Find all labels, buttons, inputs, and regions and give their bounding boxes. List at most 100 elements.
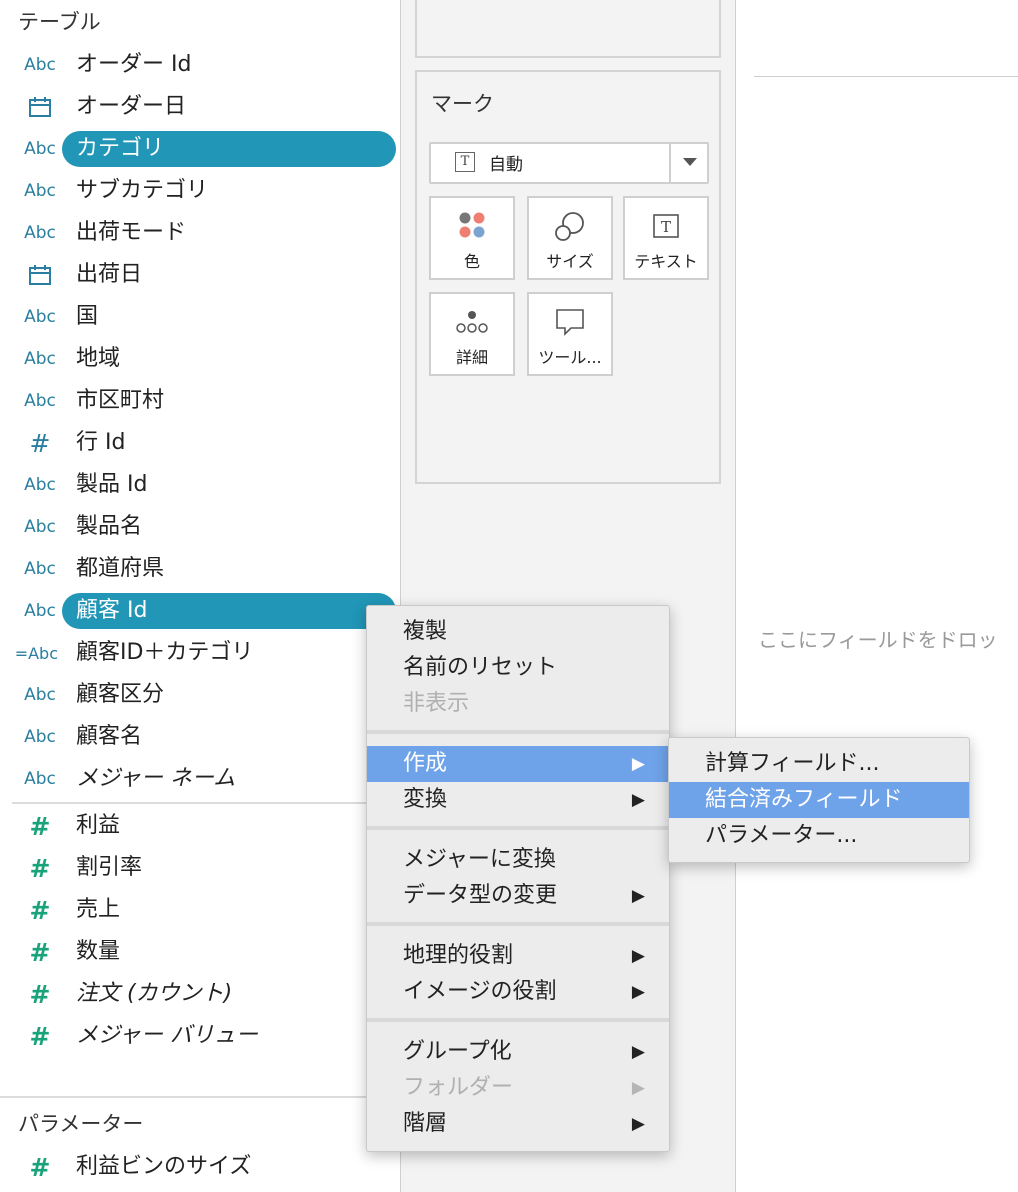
calendar-icon (14, 87, 66, 127)
color-button-label: 色 (463, 252, 480, 271)
text-mark-icon: T (455, 152, 475, 172)
abc-icon: Abc (24, 601, 56, 621)
field-label: メジャー バリュー (76, 1023, 258, 1048)
menu-item-create[interactable]: 作成 ▶ (367, 746, 669, 782)
field-city[interactable]: Abc 市区町村 (0, 381, 400, 421)
field-measure-values[interactable]: # メジャー バリュー (0, 1016, 400, 1056)
menu-item-label: 階層 (403, 1111, 448, 1136)
number-icon: # (29, 1021, 51, 1051)
menu-item-geographic-role[interactable]: 地理的役割 ▶ (367, 938, 669, 974)
menu-item-reset-name[interactable]: 名前のリセット (367, 650, 669, 686)
parameter-profit-bin-size[interactable]: # 利益ビンのサイズ (0, 1147, 400, 1187)
menu-item-image-role[interactable]: イメージの役割 ▶ (367, 974, 669, 1010)
text-label-icon: T (653, 214, 679, 242)
field-customer-id-category[interactable]: =Abc 顧客ID＋カテゴリ (0, 633, 400, 673)
field-label: 都道府県 (76, 556, 165, 581)
menu-item-hide: 非表示 (403, 691, 470, 716)
field-customer-name[interactable]: Abc 顧客名 (0, 717, 400, 757)
submenu-item-parameter[interactable]: パラメーター... (669, 818, 969, 854)
dropdown-separator (669, 144, 671, 182)
field-label: オーダー Id (76, 52, 192, 77)
menu-item-change-data-type[interactable]: データ型の変更 ▶ (367, 878, 669, 914)
menu-item-transform[interactable]: 変換 ▶ (367, 782, 669, 818)
view-canvas[interactable]: ここにフィールドをドロッ (736, 0, 1018, 1192)
field-ship-mode[interactable]: Abc 出荷モード (0, 213, 400, 253)
abc-icon: Abc (24, 475, 56, 495)
number-icon: # (29, 428, 51, 458)
field-sales[interactable]: # 売上 (0, 890, 400, 930)
field-label: オーダー日 (76, 94, 187, 119)
menu-separator (367, 826, 669, 830)
text-button[interactable]: T テキスト (623, 196, 709, 280)
mark-type-dropdown[interactable]: T 自動 (429, 142, 709, 184)
field-country[interactable]: Abc 国 (0, 297, 400, 337)
size-button[interactable]: サイズ (527, 196, 613, 280)
field-label: 数量 (76, 939, 121, 964)
detail-dots-icon (455, 310, 489, 338)
field-label: 地域 (76, 346, 121, 371)
submenu-item-combined-field[interactable]: 結合済みフィールド (669, 782, 969, 818)
field-quantity[interactable]: # 数量 (0, 932, 400, 972)
field-discount[interactable]: # 割引率 (0, 848, 400, 888)
submenu-item-calculated-field[interactable]: 計算フィールド... (669, 746, 969, 782)
submenu-arrow-icon: ▶ (631, 1114, 645, 1134)
menu-item-group[interactable]: グループ化 ▶ (367, 1034, 669, 1070)
filters-card[interactable] (415, 0, 721, 58)
abc-icon: Abc (24, 727, 56, 747)
field-label: 割引率 (76, 855, 143, 880)
field-label: 利益ビンのサイズ (76, 1154, 252, 1179)
field-label: 出荷モード (76, 220, 187, 245)
field-label: 行 Id (76, 430, 126, 455)
field-row-id[interactable]: # 行 Id (0, 423, 400, 463)
field-profit[interactable]: # 利益 (0, 806, 400, 846)
field-label: 利益 (76, 813, 121, 838)
field-context-menu: 複製 名前のリセット 非表示 作成 ▶ 変換 ▶ メジャーに変換 データ型の変更… (366, 605, 670, 1152)
color-button[interactable]: 色 (429, 196, 515, 280)
abc-icon: Abc (24, 349, 56, 369)
field-label: 製品 Id (76, 472, 148, 497)
submenu-arrow-icon: ▶ (631, 790, 645, 810)
chevron-down-icon[interactable] (683, 158, 697, 166)
parameters-section-title: パラメーター (18, 1112, 144, 1136)
field-label: サブカテゴリ (76, 178, 209, 203)
size-button-label: サイズ (546, 252, 594, 271)
field-order-id[interactable]: Abc オーダー Id (0, 45, 400, 85)
data-pane: テーブル Abc オーダー Id オーダー日 Abc カテゴリ Abc サブカテ… (0, 0, 400, 1192)
field-prefecture[interactable]: Abc 都道府県 (0, 549, 400, 589)
color-dots-icon (457, 210, 487, 244)
create-submenu: 計算フィールド... 結合済みフィールド パラメーター... (668, 737, 970, 863)
field-category[interactable]: Abc カテゴリ (0, 129, 400, 169)
menu-item-duplicate[interactable]: 複製 (367, 614, 669, 650)
submenu-arrow-icon: ▶ (631, 946, 645, 966)
field-label: 市区町村 (76, 388, 165, 413)
number-icon: # (29, 811, 51, 841)
menu-separator (367, 1018, 669, 1022)
field-region[interactable]: Abc 地域 (0, 339, 400, 379)
field-label: 顧客ID＋カテゴリ (76, 640, 254, 665)
field-order-count[interactable]: # 注文 (カウント) (0, 974, 400, 1014)
number-icon: # (29, 937, 51, 967)
menu-item-label: イメージの役割 (403, 979, 557, 1004)
tooltip-button[interactable]: ツール... (527, 292, 613, 376)
field-label: 売上 (76, 897, 121, 922)
menu-separator (367, 730, 669, 734)
menu-item-hierarchy[interactable]: 階層 ▶ (367, 1106, 669, 1142)
menu-item-convert-to-measure[interactable]: メジャーに変換 (367, 842, 669, 878)
field-customer-segment[interactable]: Abc 顧客区分 (0, 675, 400, 715)
marks-card: マーク T 自動 色 サイズ T テキスト 詳細 ツール... (415, 70, 721, 484)
field-label: 注文 (カウント) (76, 981, 233, 1006)
menu-separator (367, 922, 669, 926)
field-order-date[interactable]: オーダー日 (0, 87, 400, 127)
abc-icon: Abc (24, 139, 56, 159)
field-subcategory[interactable]: Abc サブカテゴリ (0, 171, 400, 211)
field-measure-names[interactable]: Abc メジャー ネーム (0, 759, 400, 799)
menu-item-label: データ型の変更 (403, 883, 558, 908)
drop-field-hint: ここにフィールドをドロッ (758, 628, 998, 652)
field-label: 顧客名 (76, 724, 143, 749)
menu-item-label: フォルダー (403, 1075, 514, 1100)
field-product-name[interactable]: Abc 製品名 (0, 507, 400, 547)
field-product-id[interactable]: Abc 製品 Id (0, 465, 400, 505)
detail-button[interactable]: 詳細 (429, 292, 515, 376)
field-ship-date[interactable]: 出荷日 (0, 255, 400, 295)
field-customer-id[interactable]: Abc 顧客 Id (0, 591, 400, 631)
